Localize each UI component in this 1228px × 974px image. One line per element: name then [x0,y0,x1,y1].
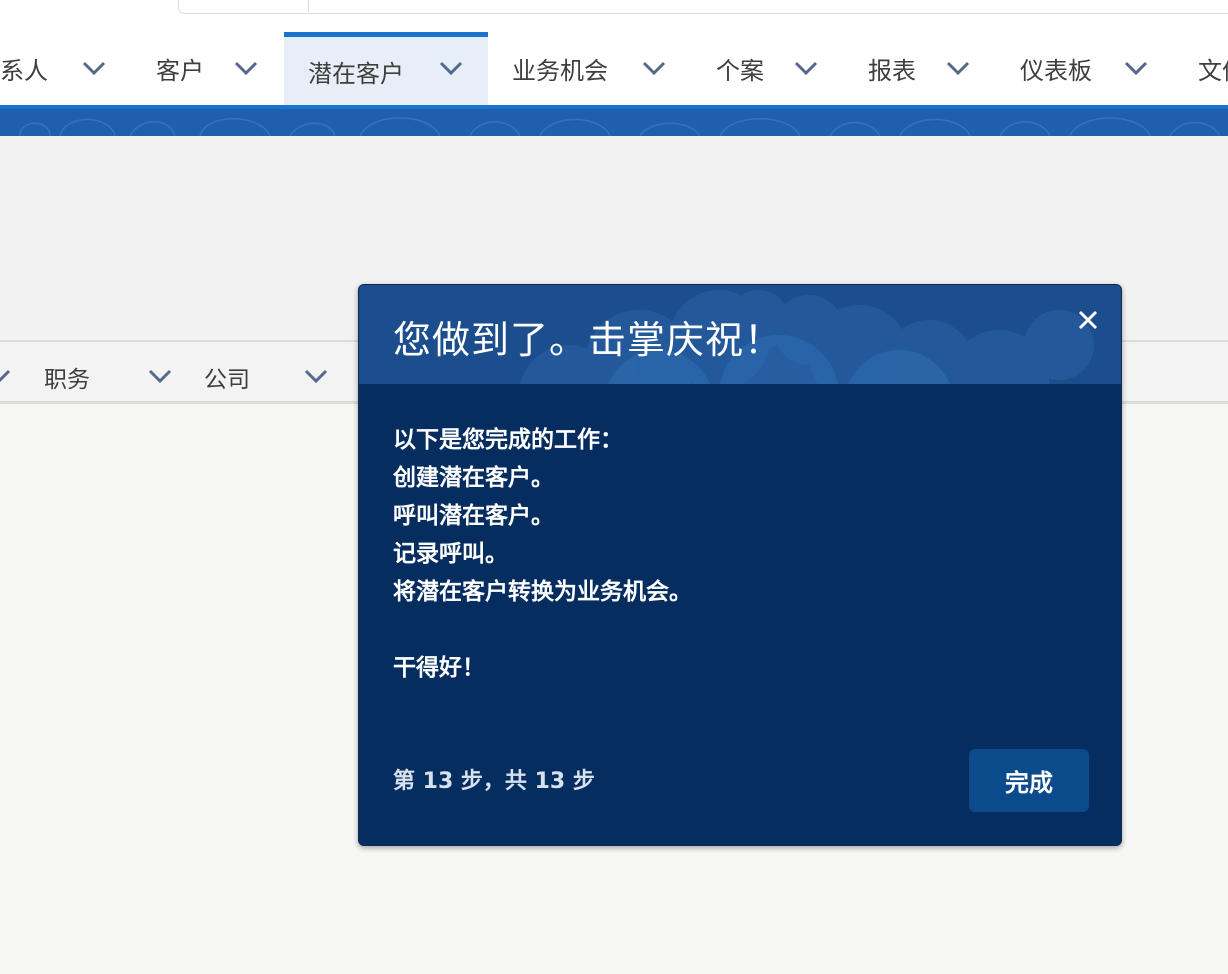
chevron-down-icon[interactable] [81,58,107,78]
popup-text-line: 创建潜在客户。 [393,465,554,491]
walkthrough-popup: 您做到了。击掌庆祝！ 以下是您完成的工作： 创建潜在客户。 呼叫潜在客户。 记录… [358,284,1122,846]
nav-tab-label: 业务机会 [512,57,608,85]
nav-tab-accounts[interactable]: 客户 [156,32,204,105]
nav-tab-label: 仪表板 [1020,57,1092,85]
nav-tab-files[interactable]: 文件 [1198,32,1228,105]
nav-tab-opportunities[interactable]: 业务机会 [512,32,608,105]
chevron-down-icon[interactable] [641,58,667,78]
chevron-down-icon[interactable] [147,366,173,390]
popup-text-line: 记录呼叫。 [393,541,508,567]
popup-text-line: 呼叫潜在客户。 [393,503,554,529]
popup-spacer [393,611,1073,649]
chevron-down-icon[interactable] [303,366,329,390]
nav-tab-reports[interactable]: 报表 [868,32,916,105]
done-button[interactable]: 完成 [969,749,1089,812]
top-strip [0,0,1228,32]
nav-tab-label: 联系人 [0,57,48,85]
popup-header: 您做到了。击掌庆祝！ [359,285,1121,384]
popup-closing-text: 干得好！ [393,655,485,681]
nav-tab-label: 报表 [868,57,916,85]
chevron-down-icon[interactable] [793,58,819,78]
nav-tab-contacts[interactable]: 联系人 [0,32,48,105]
nav-tab-label: 潜在客户 [308,59,404,88]
header-decorative-band [0,105,1228,136]
nav-tab-dashboards[interactable]: 仪表板 [1020,32,1092,105]
global-search-box[interactable] [178,0,1228,14]
popup-body: 以下是您完成的工作： 创建潜在客户。 呼叫潜在客户。 记录呼叫。 将潜在客户转换… [393,421,1073,687]
chevron-down-icon[interactable] [945,58,971,78]
popup-text-line: 以下是您完成的工作： [393,427,623,453]
nav-tab-label: 文件 [1198,57,1228,85]
column-header-title[interactable]: 职务 [44,360,90,394]
app-navigation-bar: 联系人 客户 潜在客户 业务机会 个案 报表 仪表板 文件 [0,32,1228,105]
popup-title: 您做到了。击掌庆祝！ [393,318,784,362]
close-icon [1078,310,1098,330]
chevron-down-icon[interactable] [0,366,12,390]
close-button[interactable] [1071,303,1105,337]
nav-tab-label: 个案 [716,57,764,85]
nav-tab-cases[interactable]: 个案 [716,32,764,105]
search-divider [308,0,309,12]
chevron-down-icon[interactable] [438,58,464,78]
column-header-company[interactable]: 公司 [204,360,250,394]
chevron-down-icon[interactable] [1123,58,1149,78]
band-pattern [19,117,1221,136]
step-counter: 第 13 步，共 13 步 [393,769,595,794]
chevron-down-icon[interactable] [233,58,259,78]
nav-tab-label: 客户 [156,57,204,85]
popup-text-line: 将潜在客户转换为业务机会。 [393,579,692,605]
